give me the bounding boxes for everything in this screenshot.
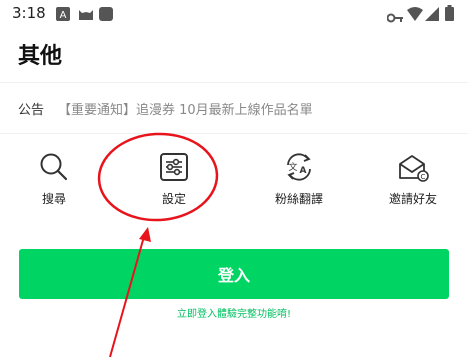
menu-item-search[interactable]: 搜尋: [14, 152, 94, 212]
announcement-text[interactable]: 【重要通知】追漫券 10月最新上線作品名單: [58, 99, 313, 118]
menu-label-fan-translation: 粉絲翻譯: [274, 192, 323, 206]
menu-item-fan-translation[interactable]: 文 A 粉絲翻譯: [259, 152, 339, 212]
svg-text:A: A: [300, 166, 307, 176]
invite-mail-icon: C: [373, 152, 453, 182]
announcement-label: 公告: [18, 103, 45, 118]
menu-label-settings: 設定: [161, 192, 186, 206]
svg-text:C: C: [421, 173, 426, 181]
menu-label-invite-friends: 邀請好友: [388, 192, 437, 206]
cat-icon: [78, 6, 94, 25]
translate-icon: 文 A: [259, 152, 339, 182]
status-bar: 3:18 A: [0, 0, 468, 28]
svg-text:A: A: [60, 10, 67, 21]
svg-text:文: 文: [288, 161, 297, 173]
menu-label-search: 搜尋: [41, 192, 66, 206]
settings-sliders-icon: [134, 152, 214, 182]
login-button[interactable]: 登入: [19, 249, 449, 299]
signal-icon: [425, 6, 439, 25]
square-app-icon: [99, 6, 113, 25]
search-icon: [14, 152, 94, 182]
login-hint[interactable]: 立即登入體驗完整功能唷!: [0, 305, 468, 320]
font-a-icon: A: [56, 6, 70, 25]
status-time: 3:18: [12, 4, 46, 22]
annotation-arrow-head: [139, 227, 151, 242]
page-title: 其他: [18, 44, 63, 69]
key-icon: [386, 8, 403, 27]
menu-item-settings[interactable]: 設定: [134, 152, 214, 212]
battery-icon: [445, 5, 454, 25]
wifi-icon: [407, 6, 423, 25]
announcement-bar[interactable]: 公告 【重要通知】追漫券 10月最新上線作品名單: [0, 82, 468, 134]
menu-item-invite-friends[interactable]: C 邀請好友: [373, 152, 453, 212]
